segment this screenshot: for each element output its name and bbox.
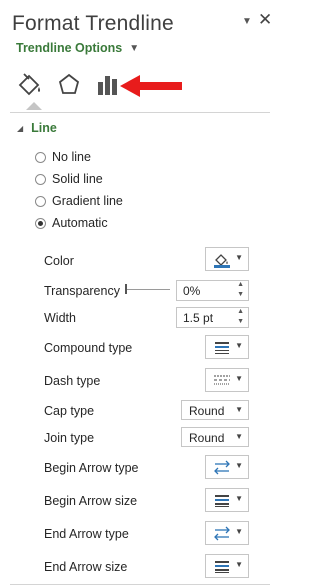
chevron-down-icon: ▼ [235, 494, 243, 503]
radio-label: Automatic [52, 216, 108, 230]
radio-button[interactable] [35, 195, 46, 207]
tabs-divider [10, 112, 270, 113]
format-trendline-pane: Format Trendline ▼ ✕ Trendline Options ▼… [0, 0, 282, 588]
chevron-down-icon: ▼ [235, 341, 243, 350]
red-arrow-icon [120, 75, 182, 97]
chevron-down-icon: ▼ [235, 405, 243, 414]
outline-color-icon [214, 254, 230, 268]
transparency-value: 0% [183, 284, 201, 298]
width-spinner[interactable]: 1.5 pt ▲ ▼ [176, 307, 249, 328]
width-label: Width [44, 311, 76, 325]
arrow-size-icon [215, 561, 229, 573]
join-type-select[interactable]: Round ▼ [181, 427, 249, 447]
color-picker-button[interactable]: ▼ [205, 247, 249, 271]
arrows-icon [214, 526, 230, 541]
transparency-label: Transparency [44, 284, 120, 298]
cap-type-select[interactable]: Round ▼ [181, 400, 249, 420]
close-icon[interactable]: ✕ [258, 10, 272, 30]
radio-automatic[interactable]: Automatic [35, 216, 108, 230]
paint-bucket-icon [18, 73, 40, 96]
end-arrow-type-label: End Arrow type [44, 527, 129, 541]
chevron-down-icon: ▼ [235, 461, 243, 470]
end-arrow-type-button[interactable]: ▼ [205, 521, 249, 545]
pane-options-chevron-icon[interactable]: ▼ [242, 16, 252, 27]
join-type-label: Join type [44, 431, 95, 445]
tab-fill-line[interactable] [14, 68, 48, 102]
pane-title: Format Trendline [12, 12, 174, 35]
trendline-options-label: Trendline Options [16, 41, 123, 55]
spin-up-icon[interactable]: ▲ [237, 281, 244, 288]
color-label: Color [44, 254, 74, 268]
radio-button[interactable] [35, 151, 46, 163]
end-arrow-size-label: End Arrow size [44, 560, 128, 574]
spin-down-icon[interactable]: ▼ [237, 291, 244, 298]
line-section-label: Line [31, 121, 57, 135]
begin-arrow-type-button[interactable]: ▼ [205, 455, 249, 479]
dash-type-button[interactable]: ▼ [205, 368, 249, 392]
bottom-divider [10, 584, 270, 585]
arrows-icon [214, 460, 230, 475]
chevron-down-icon: ▼ [235, 374, 243, 383]
end-arrow-size-button[interactable]: ▼ [205, 554, 249, 578]
radio-label: Gradient line [52, 194, 123, 208]
spin-up-icon[interactable]: ▲ [237, 308, 244, 315]
compound-lines-icon [215, 342, 229, 354]
radio-label: Solid line [52, 172, 103, 186]
collapse-triangle-icon: ◢ [17, 123, 24, 133]
chevron-down-icon: ▼ [235, 527, 243, 536]
chevron-down-icon: ▼ [235, 253, 243, 262]
radio-button-checked[interactable] [35, 217, 46, 229]
spin-down-icon[interactable]: ▼ [237, 318, 244, 325]
radio-solid-line[interactable]: Solid line [35, 172, 103, 186]
transparency-slider-track[interactable] [126, 289, 170, 290]
pentagon-icon [58, 73, 80, 94]
radio-no-line[interactable]: No line [35, 150, 91, 164]
radio-gradient-line[interactable]: Gradient line [35, 194, 123, 208]
cap-type-label: Cap type [44, 404, 95, 418]
trendline-options-dropdown[interactable]: Trendline Options ▼ [16, 41, 139, 55]
dash-lines-icon [214, 375, 230, 385]
width-value: 1.5 pt [183, 311, 214, 325]
radio-label: No line [52, 150, 91, 164]
line-section-header[interactable]: ◢ Line [17, 121, 57, 135]
dash-type-label: Dash type [44, 374, 101, 388]
join-type-value: Round [189, 431, 225, 445]
begin-arrow-size-button[interactable]: ▼ [205, 488, 249, 512]
begin-arrow-size-label: Begin Arrow size [44, 494, 138, 508]
transparency-slider-thumb[interactable] [125, 284, 127, 294]
compound-type-label: Compound type [44, 341, 133, 355]
compound-type-button[interactable]: ▼ [205, 335, 249, 359]
begin-arrow-type-label: Begin Arrow type [44, 461, 139, 475]
radio-button[interactable] [35, 173, 46, 185]
arrow-size-icon [215, 495, 229, 507]
chevron-down-icon: ▼ [235, 432, 243, 441]
transparency-spinner[interactable]: 0% ▲ ▼ [176, 280, 249, 301]
cap-type-value: Round [189, 404, 225, 418]
chevron-down-icon: ▼ [129, 42, 140, 54]
tab-effects[interactable] [54, 68, 88, 102]
selected-tab-indicator [26, 100, 42, 110]
chevron-down-icon: ▼ [235, 560, 243, 569]
